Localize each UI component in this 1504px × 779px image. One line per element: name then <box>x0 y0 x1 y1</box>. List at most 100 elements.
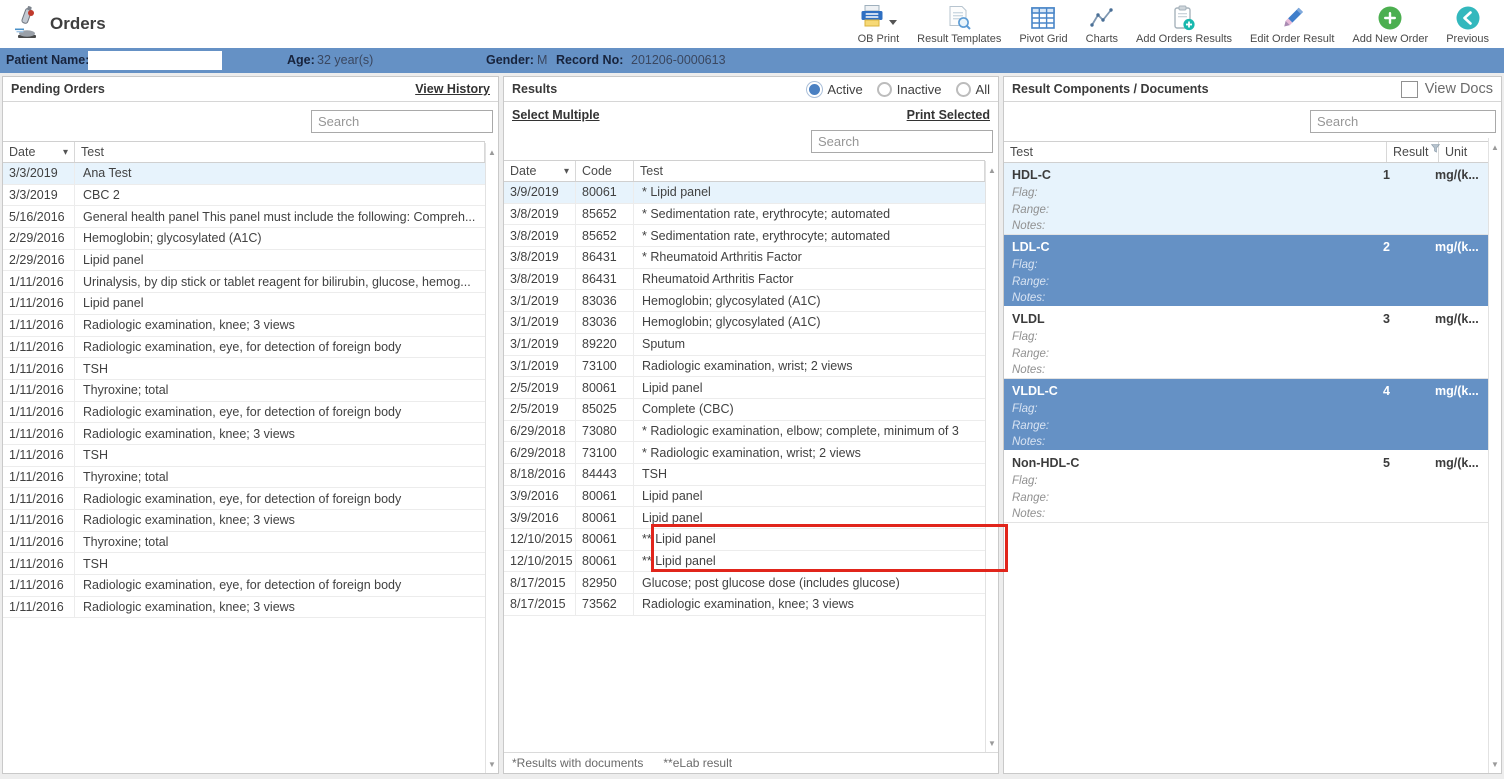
pending-order-row[interactable]: 1/11/2016 TSH <box>3 553 485 576</box>
patient-name-label: Patient Name: <box>6 53 90 67</box>
view-docs-control: View Docs <box>1400 80 1493 98</box>
pending-order-row[interactable]: 3/3/2019 CBC 2 <box>3 184 485 207</box>
pending-order-row[interactable]: 1/11/2016 Radiologic examination, eye, f… <box>3 575 485 597</box>
record-no-label: Record No: <box>556 53 624 67</box>
pending-order-row[interactable]: 1/11/2016 Thyroxine; total <box>3 379 485 402</box>
notes-label: Notes: <box>1012 436 1046 448</box>
scroll-up-icon[interactable]: ▲ <box>1489 143 1501 152</box>
pending-order-row[interactable]: 1/11/2016 Urinalysis, by dip stick or ta… <box>3 271 485 294</box>
pending-scrollbar[interactable]: ▲ ▼ <box>485 143 498 773</box>
result-templates-button[interactable]: Result Templates <box>908 1 1010 47</box>
results-test-column-header[interactable]: Test <box>634 161 985 181</box>
result-row[interactable]: 8/18/2016 84443 TSH <box>504 463 985 486</box>
filter-radio[interactable]: All <box>955 81 990 97</box>
sort-caret-icon: ▾ <box>62 146 68 158</box>
radio-icon[interactable] <box>807 81 823 97</box>
pending-order-row[interactable]: 1/11/2016 Radiologic examination, eye, f… <box>3 401 485 424</box>
result-row[interactable]: 3/1/2019 89220 Sputum <box>504 333 985 356</box>
components-list: HDL-C 1 mg/(k... Flag: Range: Notes: LDL… <box>1004 163 1488 523</box>
scroll-down-icon[interactable]: ▼ <box>986 739 998 748</box>
result-row[interactable]: 3/9/2016 80061 Lipid panel <box>504 485 985 508</box>
component-row[interactable]: HDL-C 1 mg/(k... Flag: Range: Notes: <box>1004 163 1488 235</box>
view-history-link[interactable]: View History <box>415 82 490 96</box>
unit-value: mg/(k... <box>1435 168 1479 182</box>
component-row[interactable]: VLDL-C 4 mg/(k... Flag: Range: Notes: <box>1004 379 1488 451</box>
result-row[interactable]: 3/9/2016 80061 Lipid panel <box>504 507 985 529</box>
result-row[interactable]: 2/5/2019 80061 Lipid panel <box>504 377 985 399</box>
pending-order-row[interactable]: 1/11/2016 TSH <box>3 444 485 467</box>
patient-name-input[interactable] <box>88 51 222 70</box>
pending-order-row[interactable]: 1/11/2016 TSH <box>3 358 485 380</box>
print-selected-link[interactable]: Print Selected <box>907 108 990 122</box>
pending-order-row[interactable]: 1/11/2016 Radiologic examination, knee; … <box>3 314 485 337</box>
result-row[interactable]: 3/1/2019 83036 Hemoglobin; glycosylated … <box>504 290 985 313</box>
pending-order-row[interactable]: 3/3/2019 Ana Test <box>3 163 485 185</box>
results-code-column-header[interactable]: Code <box>576 161 634 181</box>
pending-order-row[interactable]: 2/29/2016 Hemoglobin; glycosylated (A1C) <box>3 228 485 250</box>
pending-order-row[interactable]: 1/11/2016 Thyroxine; total <box>3 466 485 489</box>
pending-search-input[interactable] <box>311 110 493 133</box>
results-scrollbar[interactable]: ▲ ▼ <box>985 161 998 752</box>
scroll-down-icon[interactable]: ▼ <box>486 760 498 769</box>
scroll-up-icon[interactable]: ▲ <box>986 166 998 175</box>
pending-order-row[interactable]: 1/11/2016 Radiologic examination, knee; … <box>3 596 485 619</box>
pending-test-column-header[interactable]: Test <box>75 142 485 162</box>
components-result-column-header[interactable]: Result <box>1387 142 1441 162</box>
pending-order-row[interactable]: 1/11/2016 Lipid panel <box>3 293 485 315</box>
radio-icon[interactable] <box>955 81 971 97</box>
result-row[interactable]: 6/29/2018 73100 * Radiologic examination… <box>504 442 985 464</box>
filter-radio[interactable]: Active <box>807 81 863 97</box>
result-row[interactable]: 3/8/2019 86431 Rheumatoid Arthritis Fact… <box>504 268 985 291</box>
add-new-order-button[interactable]: Add New Order <box>1343 1 1437 47</box>
select-multiple-link[interactable]: Select Multiple <box>512 108 600 122</box>
scroll-up-icon[interactable]: ▲ <box>486 148 498 157</box>
pending-order-row[interactable]: 1/11/2016 Thyroxine; total <box>3 531 485 554</box>
components-unit-column-header[interactable]: Unit <box>1439 142 1488 162</box>
toolbar-actions: OB Print Result Templates Pivot Grid Cha… <box>849 1 1504 47</box>
result-row[interactable]: 12/10/2015 80061 ** Lipid panel <box>504 550 985 573</box>
result-row[interactable]: 8/17/2015 73562 Radiologic examination, … <box>504 594 985 616</box>
edit-order-result-button[interactable]: Edit Order Result <box>1241 1 1343 47</box>
pending-order-row[interactable]: 1/11/2016 Radiologic examination, eye, f… <box>3 488 485 510</box>
pivot-grid-button[interactable]: Pivot Grid <box>1010 1 1076 47</box>
pending-order-row[interactable]: 2/29/2016 Lipid panel <box>3 249 485 272</box>
results-date-column-header[interactable]: Date ▾ <box>504 161 576 181</box>
result-row[interactable]: 3/1/2019 73100 Radiologic examination, w… <box>504 355 985 378</box>
results-footnote: *Results with documents **eLab result <box>504 752 998 773</box>
result-row[interactable]: 8/17/2015 82950 Glucose; post glucose do… <box>504 572 985 595</box>
previous-button[interactable]: Previous <box>1437 1 1498 47</box>
filter-radio[interactable]: Inactive <box>876 81 942 97</box>
pending-order-row[interactable]: 5/16/2016 General health panel This pane… <box>3 206 485 229</box>
result-row[interactable]: 3/9/2019 80061 * Lipid panel <box>504 182 985 204</box>
result-row[interactable]: 12/10/2015 80061 ** Lipid panel <box>504 529 985 551</box>
printer-icon <box>859 4 885 33</box>
result-row[interactable]: 2/5/2019 85025 Complete (CBC) <box>504 398 985 421</box>
dropdown-caret-icon[interactable] <box>889 19 898 25</box>
result-row[interactable]: 3/8/2019 85652 * Sedimentation rate, ery… <box>504 203 985 226</box>
pending-order-row[interactable]: 1/11/2016 Radiologic examination, knee; … <box>3 423 485 445</box>
scroll-down-icon[interactable]: ▼ <box>1489 760 1501 769</box>
charts-button[interactable]: Charts <box>1077 1 1127 47</box>
pending-order-row[interactable]: 1/11/2016 Radiologic examination, knee; … <box>3 510 485 532</box>
component-row[interactable]: VLDL 3 mg/(k... Flag: Range: Notes: <box>1004 307 1488 379</box>
components-search-input[interactable] <box>1310 110 1496 133</box>
result-value: 3 <box>1383 312 1390 326</box>
result-row[interactable]: 6/29/2018 73080 * Radiologic examination… <box>504 420 985 443</box>
components-table-header: Test Result Unit <box>1004 141 1488 163</box>
add-orders-results-button[interactable]: Add Orders Results <box>1127 1 1241 47</box>
component-row[interactable]: Non-HDL-C 5 mg/(k... Flag: Range: Notes: <box>1004 451 1488 523</box>
result-row[interactable]: 3/1/2019 83036 Hemoglobin; glycosylated … <box>504 312 985 334</box>
radio-icon[interactable] <box>876 81 892 97</box>
ob-print-button[interactable]: OB Print <box>849 1 909 47</box>
view-docs-checkbox[interactable] <box>1400 80 1418 98</box>
components-test-column-header[interactable]: Test <box>1004 142 1387 162</box>
result-row[interactable]: 3/8/2019 86431 * Rheumatoid Arthritis Fa… <box>504 247 985 269</box>
pending-date-column-header[interactable]: Date ▾ <box>3 142 75 162</box>
back-arrow-icon <box>1455 4 1481 32</box>
pending-order-row[interactable]: 1/11/2016 Radiologic examination, eye, f… <box>3 336 485 359</box>
top-toolbar: Orders OB Print Result Templates Pivot G… <box>0 0 1504 48</box>
result-row[interactable]: 3/8/2019 85652 * Sedimentation rate, ery… <box>504 225 985 248</box>
components-scrollbar[interactable]: ▲ ▼ <box>1488 138 1501 773</box>
results-search-input[interactable] <box>811 130 993 153</box>
component-row[interactable]: LDL-C 2 mg/(k... Flag: Range: Notes: <box>1004 235 1488 307</box>
